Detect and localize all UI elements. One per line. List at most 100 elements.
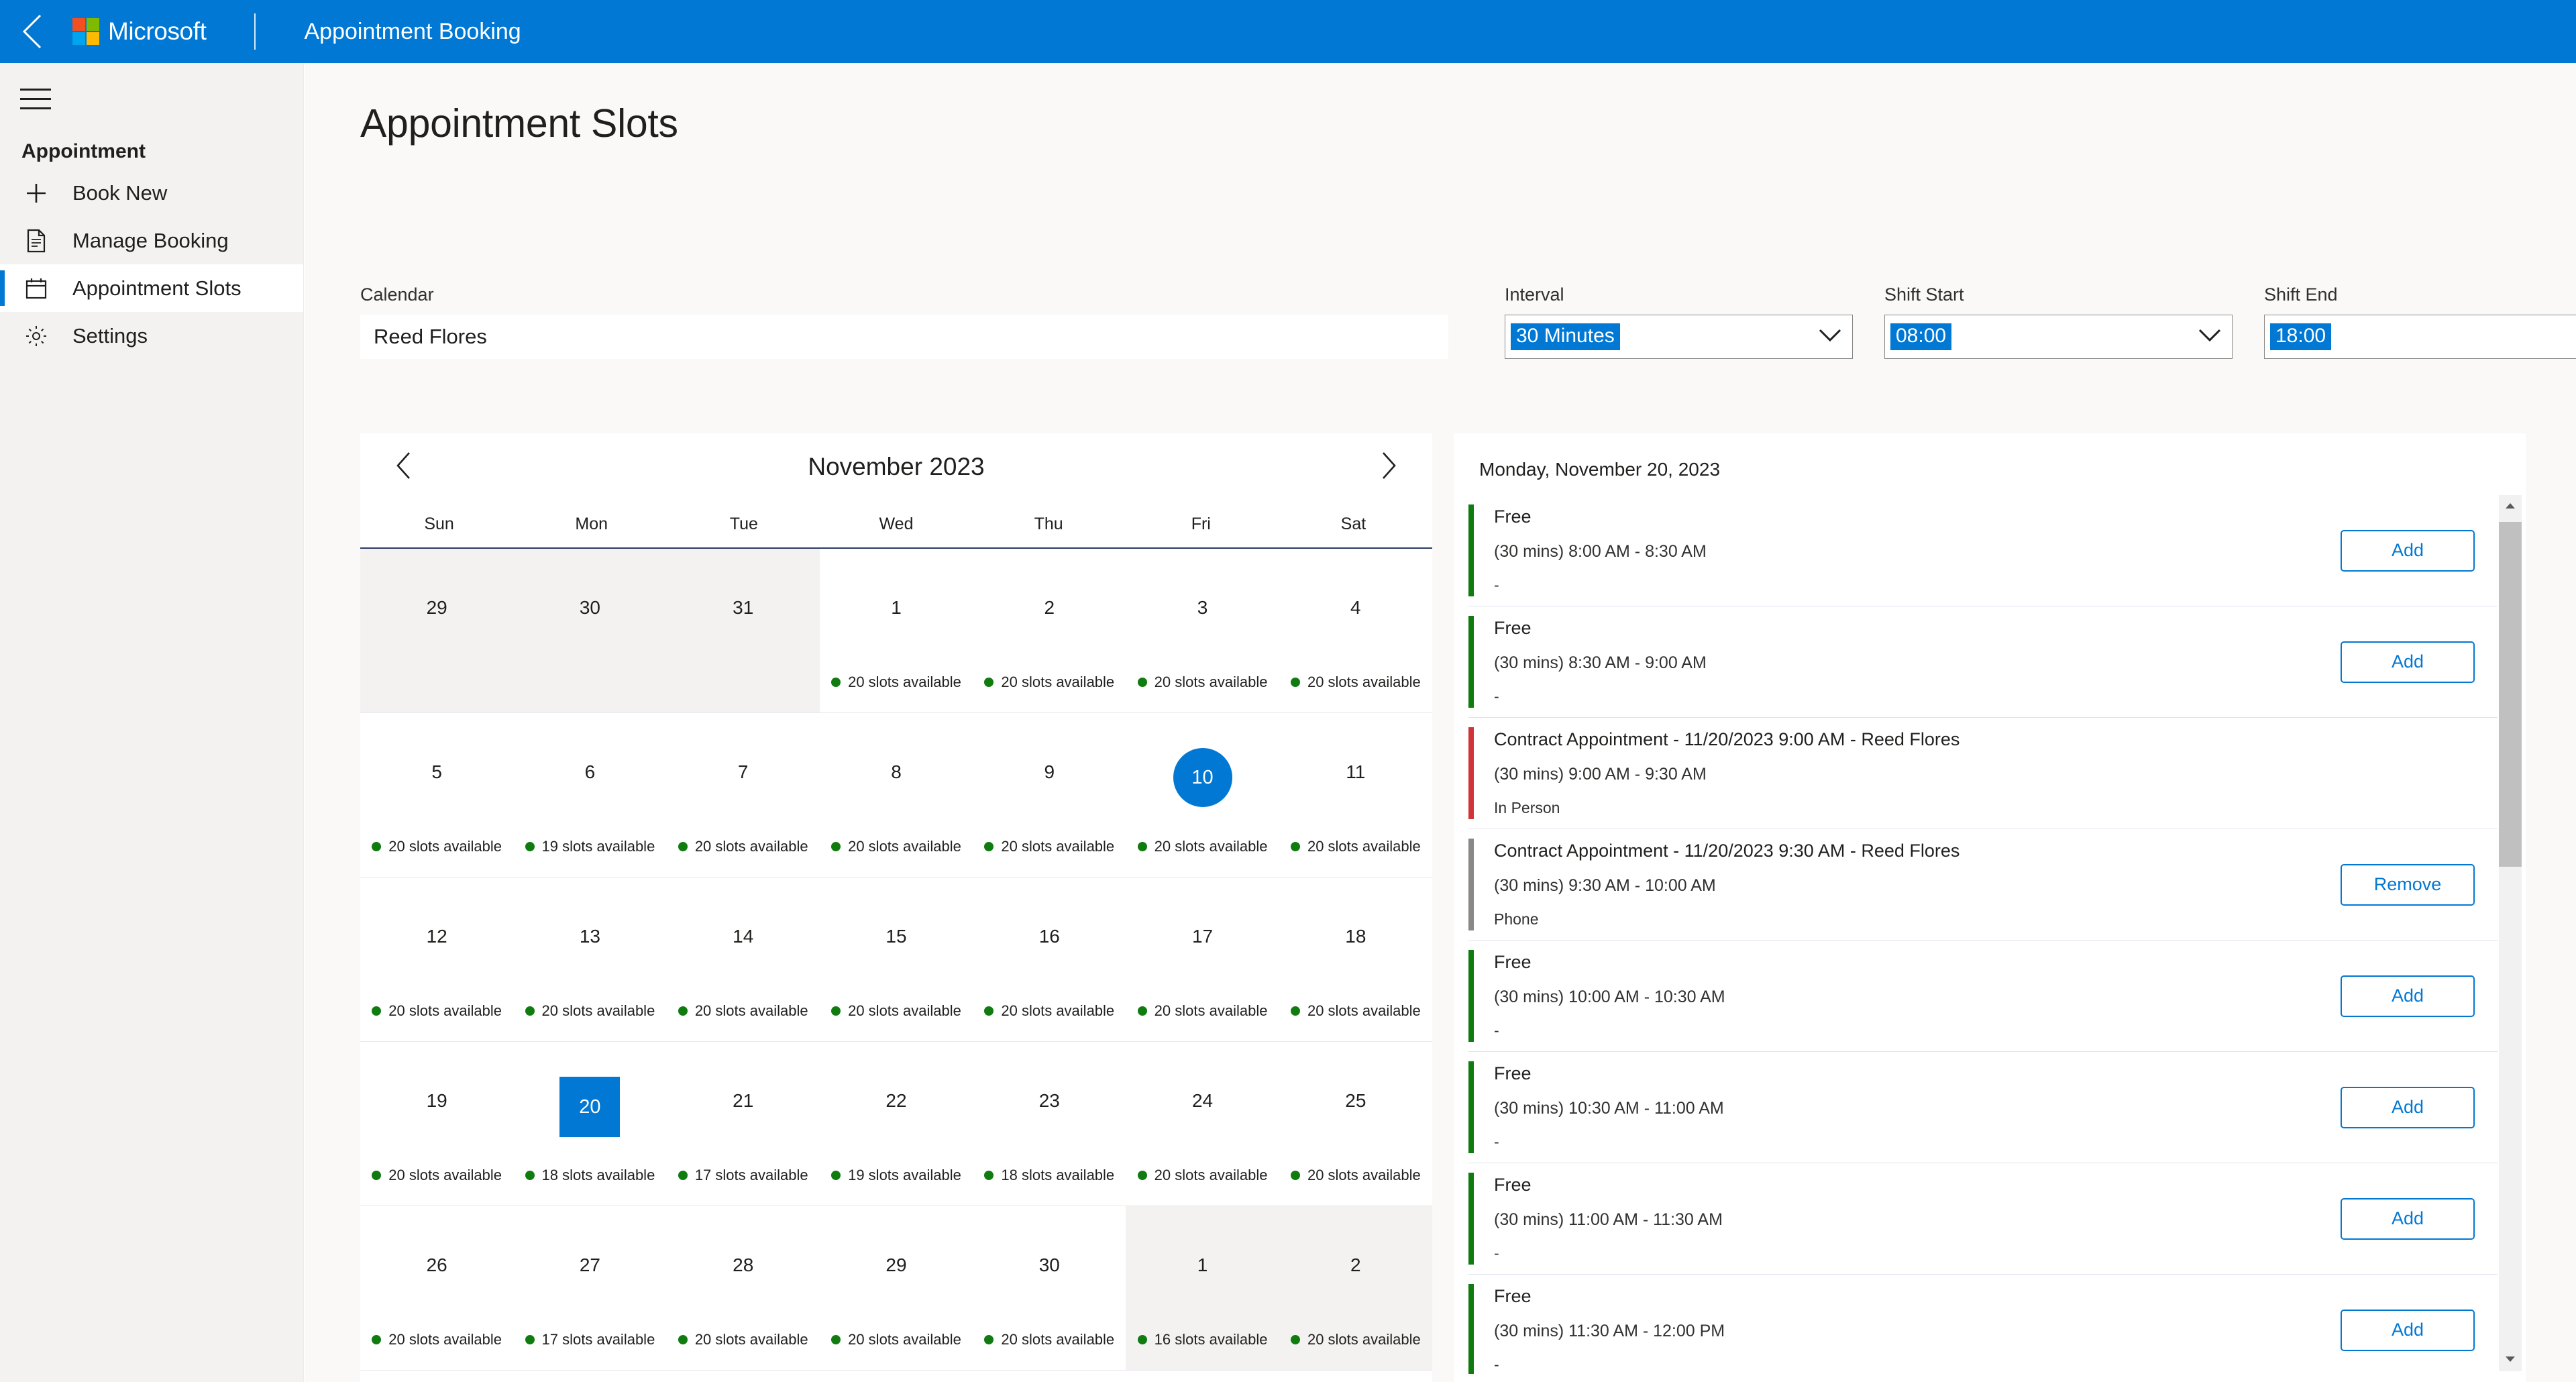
calendar-day-cell[interactable]: 5 20 slots available [360,713,513,877]
day-slots-label: 16 slots available [1154,1331,1268,1348]
calendar-day-cell[interactable]: 11 20 slots available [1279,713,1432,877]
scrollbar-thumb[interactable] [2499,522,2522,867]
calendar-day-cell[interactable]: 29 [360,549,514,712]
calendar-day-cell[interactable]: 8 20 slots available [820,713,973,877]
sidebar-item-book-new[interactable]: Book New [0,169,303,217]
calendar-day-cell[interactable]: 22 19 slots available [820,1042,973,1206]
calendar-day-cell[interactable]: 18 20 slots available [1279,877,1432,1041]
menu-toggle-button[interactable] [0,63,71,134]
calendar-day-cell[interactable]: 27 17 slots available [513,1206,666,1370]
slot-list-scrollbar[interactable] [2499,495,2522,1371]
sidebar-item-appointment-slots[interactable]: Appointment Slots [0,264,303,312]
scroll-down-button[interactable] [2499,1348,2522,1371]
slot-title: Free [1494,1063,1532,1083]
calendar-day-cell[interactable]: 12 20 slots available [360,877,513,1041]
back-button[interactable] [0,0,63,63]
remove-slot-button[interactable]: Remove [2341,863,2475,906]
sidebar-item-manage-booking[interactable]: Manage Booking [0,217,303,264]
calendar-day-number: 31 [733,597,754,618]
calendar-day-cell[interactable]: 13 20 slots available [513,877,666,1041]
calendar-day-cell[interactable]: 2 20 slots available [1279,1206,1432,1370]
day-slots-label: 20 slots available [1307,1167,1421,1183]
calendar-day-cell[interactable]: 26 20 slots available [360,1206,513,1370]
calendar-day-cell[interactable]: 30 [513,549,667,712]
calendar-day-cell[interactable]: 7 20 slots available [667,713,820,877]
availability-dot-icon [372,1171,382,1180]
calendar-day-cell[interactable]: 17 20 slots available [1126,877,1279,1041]
slot-row: Contract Appointment - 11/20/2023 9:30 A… [1468,829,2498,941]
content-split: November 2023 Sun Mon Tue Wed Thu Fri Sa… [360,433,2526,1386]
add-slot-button[interactable]: Add [2341,1197,2475,1240]
calendar-day-cell[interactable]: 23 18 slots available [973,1042,1126,1206]
calendar-day-cell[interactable]: 30 20 slots available [973,1206,1126,1370]
calendar-day-cell[interactable]: 10 20 slots available [1126,713,1279,877]
availability-dot-icon [1290,1006,1300,1016]
availability-dot-icon [831,1335,841,1344]
calendar-day-cell[interactable]: 1 16 slots available [1126,1206,1279,1370]
calendar-day-cell[interactable]: 2 20 slots available [973,549,1126,712]
sidebar: Appointment Book New Manage Booking Appo… [0,63,304,1382]
slot-text-block: Contract Appointment - 11/20/2023 9:00 A… [1468,729,2341,817]
calendar-day-cell[interactable]: 19 20 slots available [360,1042,513,1206]
slot-time-range: (30 mins) 10:30 AM - 11:00 AM [1494,1099,1724,1118]
calendar-day-cell[interactable]: 25 20 slots available [1279,1042,1432,1206]
calendar-day-cell[interactable]: 28 20 slots available [667,1206,820,1370]
calendar-day-cell[interactable]: 3 20 slots available [1126,549,1279,712]
day-slots-label: 20 slots available [694,1002,808,1019]
shift-end-select[interactable]: 18:00 [2264,315,2576,359]
availability-dot-icon [831,1171,841,1180]
calendar-day-cell[interactable]: 16 20 slots available [973,877,1126,1041]
add-slot-button[interactable]: Add [2341,1309,2475,1351]
sidebar-item-settings[interactable]: Settings [0,312,303,360]
calendar-day-number: 29 [426,597,447,618]
calendar-day-cell[interactable]: 21 17 slots available [667,1042,820,1206]
availability-dot-icon [372,842,382,851]
day-slots-availability: 20 slots available [1279,838,1432,855]
slot-status-bar [1468,839,1474,930]
day-slots-availability: 20 slots available [360,1002,513,1020]
calendar-day-number: 25 [1345,1090,1366,1111]
microsoft-logo: Microsoft [72,17,207,46]
slot-time-range: (30 mins) 8:00 AM - 8:30 AM [1494,542,1707,561]
calendar-day-cell[interactable]: 14 20 slots available [667,877,820,1041]
calendar-week-row: 12 20 slots available 13 20 slots available… [360,877,1432,1042]
day-slots-availability: 20 slots available [1126,838,1279,855]
calendar-day-cell[interactable]: 9 20 slots available [973,713,1126,877]
calendar-day-number: 6 [584,761,596,782]
calendar-day-cell[interactable]: 31 [666,549,820,712]
add-slot-button[interactable]: Add [2341,1086,2475,1128]
shift-start-select[interactable]: 08:00 [1884,315,2233,359]
availability-dot-icon [1137,1006,1147,1016]
calendar-day-cell[interactable]: 4 20 slots available [1279,549,1432,712]
day-slots-label: 19 slots available [541,838,655,855]
calendar-day-cell[interactable]: 24 20 slots available [1126,1042,1279,1206]
add-slot-button[interactable]: Add [2341,975,2475,1017]
slot-scroll-region: Free (30 mins) 8:00 AM - 8:30 AM - Add Free (… [1454,495,2526,1374]
day-of-week-header: Sun Mon Tue Wed Thu Fri Sat [360,500,1432,549]
interval-label: Interval [1505,284,1564,305]
day-slots-label: 20 slots available [848,838,961,855]
slot-mode: - [1494,576,1499,594]
calendar-day-cell[interactable]: 29 20 slots available [820,1206,973,1370]
calendar-input[interactable]: Reed Flores [360,315,1448,359]
calendar-day-cell[interactable]: 15 20 slots available [820,877,973,1041]
calendar-day-cell[interactable]: 1 20 slots available [820,549,973,712]
day-slots-label: 17 slots available [541,1331,655,1348]
availability-dot-icon [525,1335,535,1344]
interval-select[interactable]: 30 Minutes [1505,315,1853,359]
sidebar-item-label: Appointment Slots [72,276,241,300]
day-slots-availability: 20 slots available [1126,1167,1279,1184]
calendar-day-cell[interactable]: 20 18 slots available [513,1042,666,1206]
calendar-day-cell[interactable]: 6 19 slots available [513,713,666,877]
day-slots-label: 20 slots available [694,838,808,855]
day-slots-availability: 20 slots available [820,674,973,691]
add-slot-button[interactable]: Add [2341,529,2475,572]
day-slots-availability: 20 slots available [667,1002,820,1020]
top-app-bar: Microsoft Appointment Booking [0,0,2576,63]
scroll-up-button[interactable] [2499,495,2522,518]
day-slots-availability: 20 slots available [1279,1002,1432,1020]
slot-row: Contract Appointment - 11/20/2023 9:00 A… [1468,718,2498,829]
availability-dot-icon [678,842,688,851]
add-slot-button[interactable]: Add [2341,641,2475,683]
calendar-month-label: November 2023 [808,453,985,480]
